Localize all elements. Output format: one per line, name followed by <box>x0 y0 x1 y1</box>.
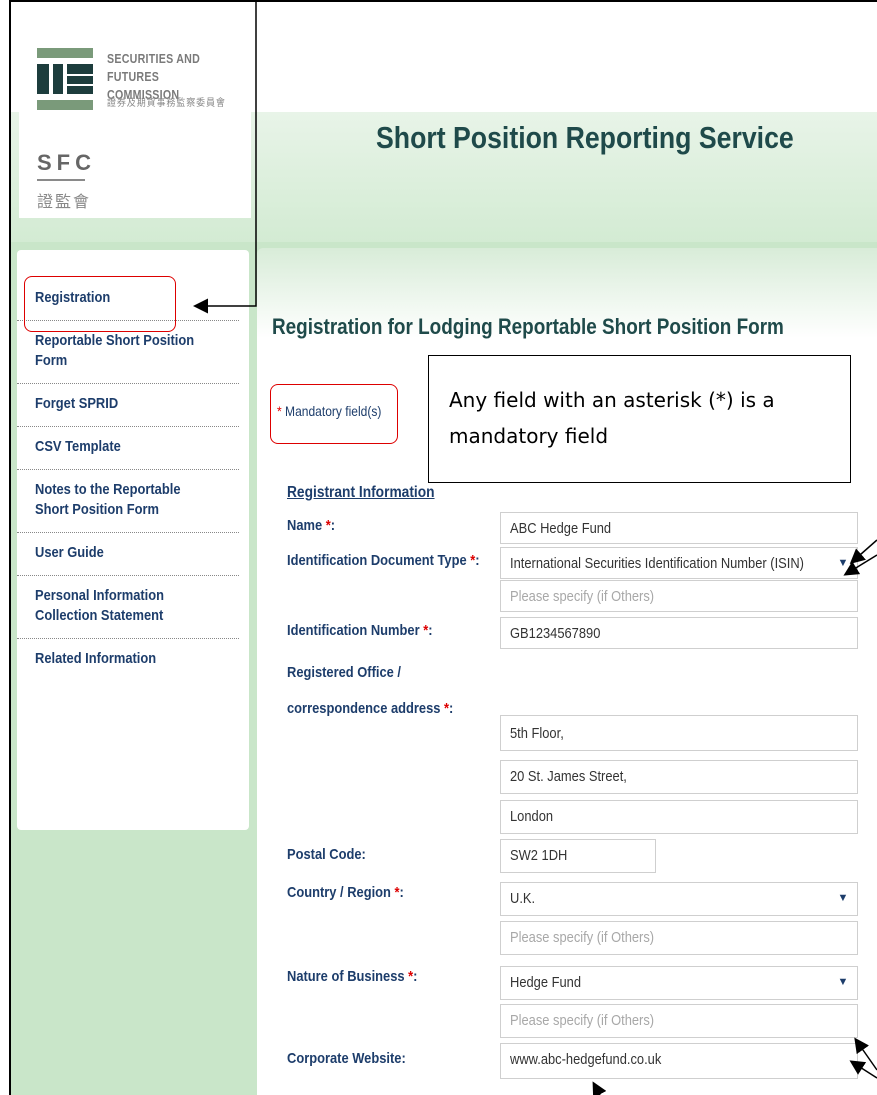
business-other-input[interactable]: Please specify (if Others) <box>500 1004 858 1038</box>
address-label-line2: correspondence address *: <box>287 700 454 717</box>
logo-chinese-abbreviation: 證監會 <box>37 194 92 211</box>
postal-code-label: Postal Code: <box>287 846 366 863</box>
site-title: Short Position Reporting Service <box>376 120 794 155</box>
business-select[interactable]: Hedge Fund ▼ <box>500 966 858 1000</box>
postal-code-input[interactable]: SW2 1DH <box>500 839 656 873</box>
id-type-select[interactable]: International Securities Identification … <box>500 547 858 579</box>
chevron-down-icon[interactable]: ▼ <box>831 969 855 995</box>
address-line3-input[interactable]: London <box>500 800 858 834</box>
sidebar-nav: Registration Reportable Short Position F… <box>17 250 249 830</box>
website-label: Corporate Website: <box>287 1050 406 1067</box>
sidebar-item-personal-information[interactable]: Personal Information Collection Statemen… <box>17 576 239 639</box>
mandatory-note: Mandatory field(s) <box>285 403 382 419</box>
address-label-line1: Registered Office / <box>287 664 401 681</box>
name-label: Name *: <box>287 517 336 534</box>
country-other-input[interactable]: Please specify (if Others) <box>500 921 858 955</box>
sfc-logo-mark-icon <box>37 48 93 110</box>
page-title: Registration for Lodging Reportable Shor… <box>272 314 784 339</box>
country-label: Country / Region *: <box>287 884 404 901</box>
logo-chinese-name: 證券及期貨事務監察委員會 <box>107 98 226 109</box>
section-heading-registrant: Registrant Information <box>287 484 435 501</box>
sidebar-item-user-guide[interactable]: User Guide <box>17 533 239 576</box>
address-line1-input[interactable]: 5th Floor, <box>500 715 858 751</box>
id-type-label: Identification Document Type *: <box>287 552 480 569</box>
website-input[interactable]: www.abc-hedgefund.co.uk <box>500 1043 858 1079</box>
mandatory-note-highlight: * Mandatory field(s) <box>270 384 398 444</box>
sidebar-item-related-information[interactable]: Related Information <box>17 639 239 681</box>
registration-highlight-box <box>24 276 176 332</box>
sidebar-item-notes[interactable]: Notes to the Reportable Short Position F… <box>17 470 239 533</box>
logo-abbreviation: SFC <box>37 150 96 175</box>
country-select[interactable]: U.K. ▼ <box>500 882 858 916</box>
business-label: Nature of Business *: <box>287 968 418 985</box>
asterisk-callout: Any field with an asterisk (*) is a mand… <box>428 355 851 483</box>
id-type-other-input[interactable]: Please specify (if Others) <box>500 580 858 612</box>
sfc-logo: SECURITIES AND FUTURES COMMISSION 證券及期貨事… <box>19 18 251 218</box>
logo-divider <box>37 179 85 181</box>
address-line2-input[interactable]: 20 St. James Street, <box>500 760 858 794</box>
name-input[interactable]: ABC Hedge Fund <box>500 512 858 544</box>
sidebar-item-forget-sprid[interactable]: Forget SPRID <box>17 384 239 427</box>
mandatory-star: * <box>277 403 282 419</box>
id-number-label: Identification Number *: <box>287 622 433 639</box>
id-number-input[interactable]: GB1234567890 <box>500 617 858 649</box>
sidebar-item-csv-template[interactable]: CSV Template <box>17 427 239 470</box>
chevron-down-icon[interactable]: ▼ <box>831 550 855 576</box>
chevron-down-icon[interactable]: ▼ <box>831 885 855 911</box>
